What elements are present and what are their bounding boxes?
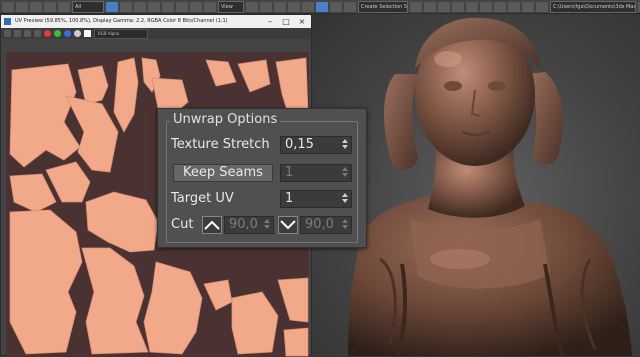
- main-toolbar: All View Create Selection Se C:\Users\fg…: [0, 0, 640, 14]
- align-icon[interactable]: [424, 1, 436, 12]
- edit-named-selection-icon[interactable]: [344, 1, 356, 12]
- uv-island: [277, 277, 309, 323]
- pivot-icon[interactable]: [246, 1, 258, 12]
- alpha-channel-icon[interactable]: [74, 30, 81, 37]
- uv-window-title: UV Preview (59.85%, 100.8%), Display Gam…: [15, 18, 228, 24]
- selection-filter-dropdown[interactable]: All: [72, 0, 104, 13]
- angle-snap-icon[interactable]: [302, 1, 314, 12]
- spinner-snap-icon[interactable]: [330, 1, 342, 12]
- bind-icon[interactable]: [58, 1, 70, 12]
- minimize-button[interactable]: –: [263, 15, 277, 28]
- convex-cut-button[interactable]: [202, 216, 222, 234]
- uv-island: [65, 95, 119, 173]
- blue-channel-icon[interactable]: [64, 30, 71, 37]
- texture-stretch-label: Texture Stretch: [171, 137, 270, 152]
- uv-island: [9, 209, 83, 355]
- uv-island: [77, 65, 109, 105]
- named-selection-sets-dropdown[interactable]: Create Selection Se: [358, 0, 408, 13]
- uv-window-toolbar: RGB Alpha: [1, 28, 311, 39]
- schematic-view-icon[interactable]: [480, 1, 492, 12]
- uv-island: [283, 327, 309, 357]
- uv-island: [231, 291, 279, 355]
- bust-model: [348, 17, 632, 356]
- target-uv-label: Target UV: [171, 191, 234, 206]
- print-icon[interactable]: [24, 30, 31, 37]
- reference-coord-dropdown[interactable]: View: [218, 0, 244, 13]
- uv-island: [113, 57, 139, 133]
- select-object-icon[interactable]: [106, 1, 118, 12]
- spinner-arrows-icon: [264, 219, 270, 231]
- mirror-icon[interactable]: [410, 1, 422, 12]
- keyboard-shortcut-icon[interactable]: [274, 1, 286, 12]
- target-uv-spinner[interactable]: 1: [280, 190, 352, 208]
- close-button[interactable]: ×: [295, 15, 309, 28]
- rendered-frame-icon[interactable]: [522, 1, 534, 12]
- project-path-field[interactable]: C:\Users\fga\Documents\3ds Max 2022: [550, 0, 636, 13]
- snaps-toggle-icon[interactable]: [288, 1, 300, 12]
- save-icon[interactable]: [14, 30, 21, 37]
- spinner-arrows-icon[interactable]: [342, 193, 348, 205]
- group-title: Unwrap Options: [170, 112, 281, 127]
- cut-angle-b-value: 90,0: [305, 217, 334, 232]
- cut-angle-a-value: 90,0: [229, 217, 258, 232]
- app-icon: [4, 18, 11, 25]
- channel-display-dropdown[interactable]: RGB Alpha: [94, 28, 148, 39]
- material-editor-icon[interactable]: [494, 1, 506, 12]
- scene-explorer-icon[interactable]: [452, 1, 464, 12]
- layer-explorer-icon[interactable]: [438, 1, 450, 12]
- link-icon[interactable]: [30, 1, 42, 12]
- uv-island: [81, 247, 149, 355]
- open-icon[interactable]: [4, 30, 11, 37]
- maximize-button[interactable]: □: [279, 15, 293, 28]
- select-rotate-icon[interactable]: [176, 1, 188, 12]
- texture-stretch-value: 0,15: [285, 137, 314, 152]
- mono-channel-icon[interactable]: [84, 30, 91, 37]
- unlink-icon[interactable]: [44, 1, 56, 12]
- redo-icon[interactable]: [16, 1, 28, 12]
- window-crossing-icon[interactable]: [148, 1, 160, 12]
- uv-island: [143, 261, 203, 355]
- texture-stretch-spinner[interactable]: 0,15: [280, 136, 352, 154]
- cut-label: Cut: [171, 217, 194, 232]
- uv-island: [203, 279, 233, 311]
- curve-editor-icon[interactable]: [466, 1, 478, 12]
- render-setup-icon[interactable]: [508, 1, 520, 12]
- cut-angle-b-spinner: 90,0: [300, 216, 352, 234]
- select-scale-icon[interactable]: [190, 1, 202, 12]
- concave-cut-icon: [280, 220, 296, 230]
- uv-island: [85, 191, 159, 253]
- undo-icon[interactable]: [2, 1, 14, 12]
- placement-icon[interactable]: [204, 1, 216, 12]
- keep-seams-button[interactable]: Keep Seams: [173, 164, 273, 182]
- percent-snap-icon[interactable]: [316, 1, 328, 12]
- uv-island: [9, 173, 57, 213]
- red-channel-icon[interactable]: [44, 30, 51, 37]
- rect-selection-icon[interactable]: [134, 1, 146, 12]
- spinner-arrows-icon: [342, 219, 348, 231]
- target-uv-value: 1: [285, 191, 294, 206]
- keep-seams-spinner: 1: [280, 164, 352, 182]
- keep-seams-value: 1: [285, 165, 294, 180]
- cut-angle-a-spinner: 90,0: [224, 216, 274, 234]
- green-channel-icon[interactable]: [54, 30, 61, 37]
- concave-cut-button[interactable]: [278, 216, 298, 234]
- spinner-arrows-icon[interactable]: [342, 139, 348, 151]
- select-move-icon[interactable]: [162, 1, 174, 12]
- uv-island: [9, 63, 81, 168]
- unwrap-options-dialog: Unwrap Options Texture Stretch 0,15 Keep…: [157, 108, 367, 248]
- uv-window-titlebar[interactable]: UV Preview (59.85%, 100.8%), Display Gam…: [1, 15, 311, 28]
- render-icon[interactable]: [536, 1, 548, 12]
- clone-icon[interactable]: [34, 30, 41, 37]
- convex-cut-icon: [204, 220, 220, 230]
- uv-island: [205, 59, 237, 87]
- spinner-arrows-icon: [342, 167, 348, 179]
- select-manipulate-icon[interactable]: [260, 1, 272, 12]
- uv-island: [237, 59, 271, 93]
- select-by-name-icon[interactable]: [120, 1, 132, 12]
